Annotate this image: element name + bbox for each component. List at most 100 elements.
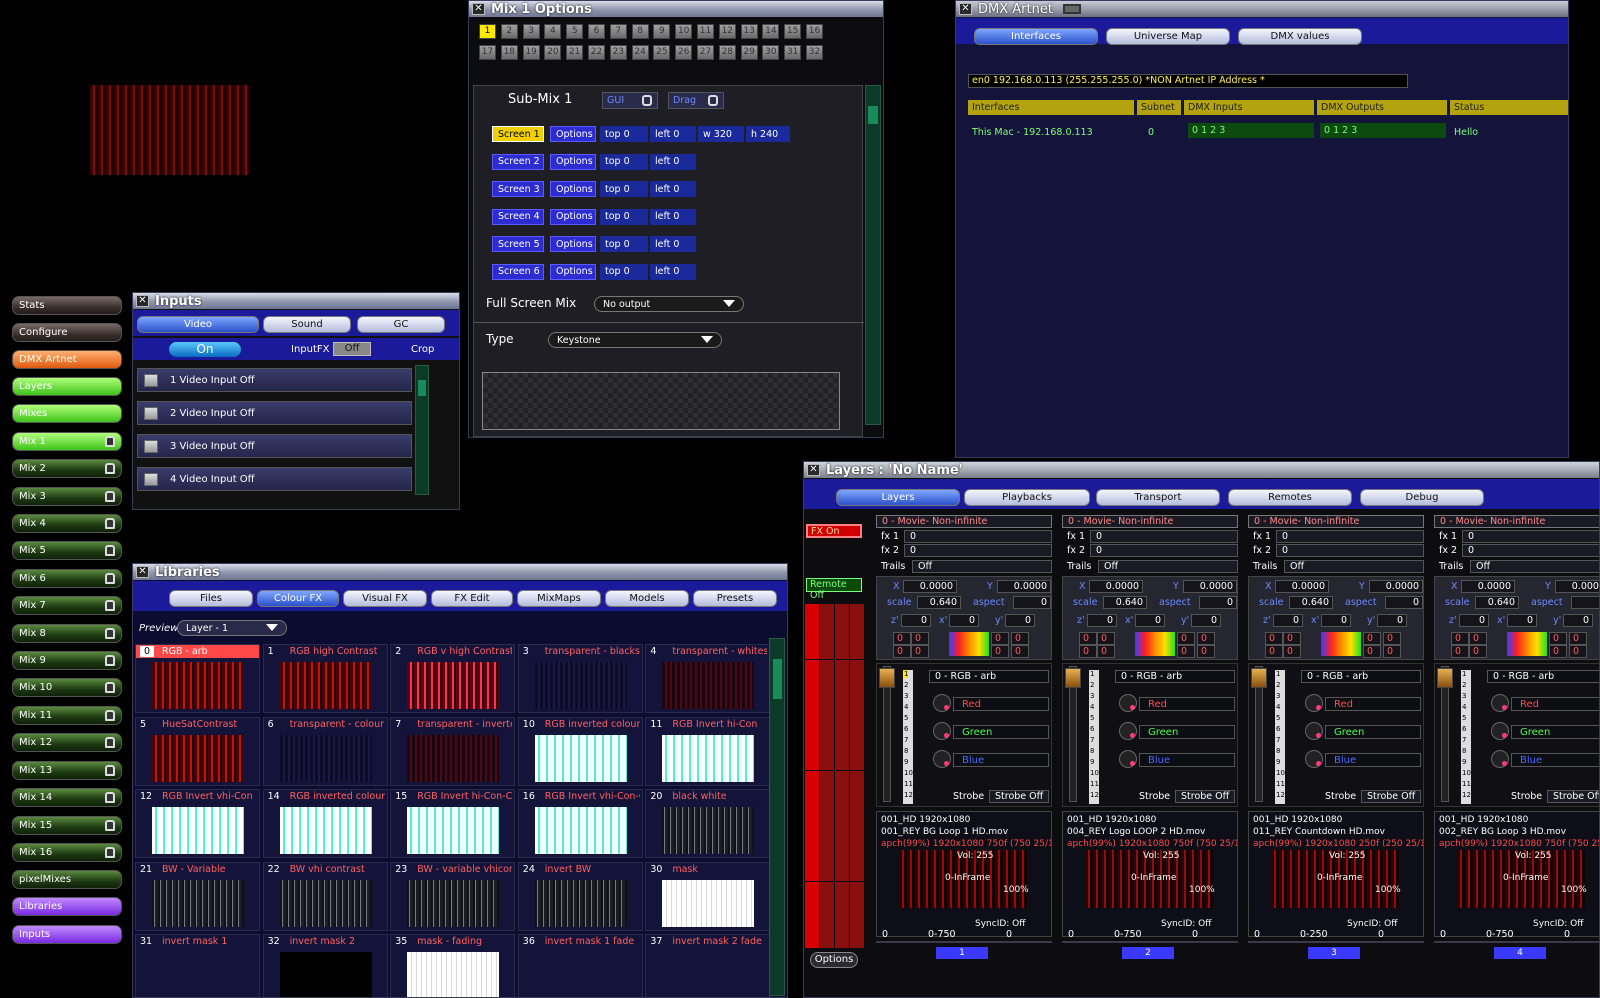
sidebar-item-mix-11[interactable]: Mix 11 [12,706,122,725]
sidebar-item-mix-5[interactable]: Mix 5 [12,541,122,560]
rgb-green-slider[interactable]: Green [1139,725,1235,739]
layer-grid-cell[interactable] [805,848,819,860]
x-field[interactable]: 0.0000 [1461,580,1515,593]
colour-value-field[interactable]: 0 [911,645,929,658]
strobe-select[interactable]: Strobe Off [1175,790,1235,803]
layer-grid-cell[interactable] [820,759,834,771]
sidebar-item-stats[interactable]: Stats [12,296,122,315]
y-field[interactable]: 0.0000 [997,580,1051,593]
aspect-field[interactable]: 0 [1013,596,1051,609]
on-toggle[interactable]: On [169,342,241,357]
fx2-field[interactable]: 0 [1462,544,1599,557]
colour-spectrum[interactable] [949,632,989,656]
interface-inputs[interactable]: 0 1 2 3 [1188,123,1314,138]
sidebar-item-mix-8[interactable]: Mix 8 [12,624,122,643]
layer-grid-cell[interactable] [835,903,849,915]
library-cell[interactable]: 0 RGB - arb [135,644,260,713]
layer-grid-cell[interactable] [820,848,834,860]
mix-number-button[interactable]: 20 [544,45,562,60]
mix-number-button[interactable]: 5 [566,24,584,39]
layer-grid-cell[interactable] [835,604,849,615]
colour-value-field[interactable]: 0 [1197,645,1215,658]
rgb-knob[interactable] [1119,694,1137,712]
layer-grid-cell[interactable] [835,803,849,815]
y2-field[interactable]: 0 [1005,614,1035,627]
colour-value-field[interactable]: 0 [893,645,911,658]
preview-select[interactable]: Layer - 1 [177,620,287,636]
layer-grid-cell[interactable] [820,937,834,948]
fx2-field[interactable]: 0 [904,544,1052,557]
rgb-blue-slider[interactable]: Blue [1325,753,1421,767]
layer-grid-cell[interactable] [850,781,864,793]
layer-grid-cell[interactable] [835,637,849,649]
screen-options-button[interactable]: Options [550,153,596,170]
library-cell[interactable]: 21 BW - Variable [135,861,260,931]
layer-grid-cell[interactable] [850,892,864,904]
library-cell[interactable]: 16 RGB Invert vhi-Con-C [517,789,643,858]
y-field[interactable]: 0.0000 [1369,580,1423,593]
layer-grid-cell[interactable] [835,892,849,904]
layer-grid-cell[interactable] [835,837,849,849]
opacity-fader-handle[interactable] [1437,668,1453,688]
layer-grid-cell[interactable] [835,659,849,671]
layer-grid-cell[interactable] [820,859,834,871]
library-cell[interactable]: 32 invert mask 2 [262,934,388,997]
layer-grid-cell[interactable] [805,803,819,815]
tab-files[interactable]: Files [169,590,253,607]
layer-grid-cell[interactable] [820,892,834,904]
layer-grid-cell[interactable] [835,826,849,837]
colour-value-field[interactable]: 0 [911,632,929,645]
colour-value-field[interactable]: 0 [1197,632,1215,645]
layer-grid-cell[interactable] [835,781,849,793]
screen-options-button[interactable]: Options [550,236,596,252]
layer-grid-cell[interactable] [820,870,834,882]
layer-index-tab[interactable]: 2 [1122,947,1174,959]
mix-number-button[interactable]: 2 [500,24,518,39]
sidebar-item-mix-6[interactable]: Mix 6 [12,569,122,588]
layer-grid-cell[interactable] [805,892,819,904]
type-select[interactable]: Keystone [548,332,722,348]
mix-number-button[interactable]: 4 [544,24,562,39]
sidebar-item-mix-3[interactable]: Mix 3 [12,487,122,506]
layer-grid-cell[interactable] [820,648,834,660]
mix-number-button[interactable]: 26 [675,45,693,60]
layer-grid-cell[interactable] [805,792,819,804]
mix-number-button[interactable]: 9 [653,24,671,39]
aspect-field[interactable]: 0 [1571,596,1599,609]
layer-grid-cell[interactable] [805,670,819,682]
colour-value-field[interactable]: 0 [991,645,1009,658]
colour-value-field[interactable]: 0 [991,632,1009,645]
movie-mode-select[interactable]: 0 - Movie- Non-infinite [1434,515,1599,528]
interface-outputs[interactable]: 0 1 2 3 [1320,123,1446,138]
colour-value-field[interactable]: 0 [1469,645,1487,658]
layer-grid-cell[interactable] [805,748,819,760]
mix-number-button[interactable]: 19 [522,45,540,60]
screen-height-field[interactable]: h 240 [746,126,790,142]
tab-colour-fx[interactable]: Colour FX [257,590,339,607]
colour-value-field[interactable]: 0 [1363,645,1381,658]
rgb-knob[interactable] [1491,750,1509,768]
opacity-fader-handle[interactable] [879,668,895,688]
layer-grid-cell[interactable] [835,681,849,693]
sidebar-item-mix-13[interactable]: Mix 13 [12,761,122,780]
mix-number-button[interactable]: 6 [588,24,605,39]
screen-width-field[interactable]: w 320 [698,126,744,142]
screen-top-field[interactable]: top 0 [600,153,648,170]
tab-remotes[interactable]: Remotes [1228,489,1352,506]
close-icon[interactable]: ✕ [136,295,149,307]
layer-grid-cell[interactable] [820,792,834,804]
layer-grid-cell[interactable] [850,692,864,704]
scroll-thumb[interactable] [418,380,426,396]
colour-value-field[interactable]: 0 [893,632,911,645]
layer-grid-cell[interactable] [850,626,864,638]
fullscreen-select[interactable]: No output [594,296,744,312]
layer-grid-cell[interactable] [820,737,834,749]
mix-number-button[interactable]: 21 [566,45,584,60]
rgb-red-slider[interactable]: Red [1139,697,1235,711]
layer-grid-cell[interactable] [835,748,849,760]
checkbox[interactable] [144,407,158,420]
colour-value-field[interactable]: 0 [1283,632,1301,645]
inputs-titlebar[interactable]: ✕ Inputs [133,293,459,309]
sidebar-item-pixelmixes[interactable]: pixelMixes [12,870,122,889]
mix-number-button[interactable]: 23 [609,45,627,60]
